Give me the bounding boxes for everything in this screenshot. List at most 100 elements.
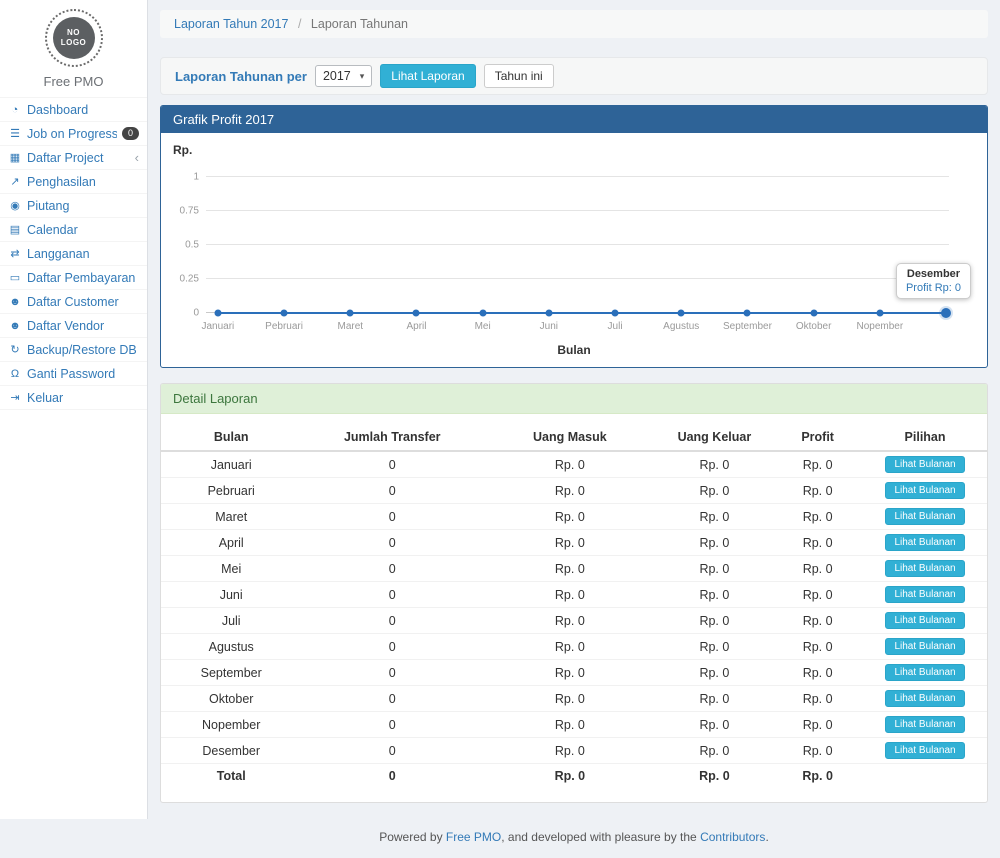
chart-point-oktober[interactable] — [810, 310, 817, 317]
table-cell: Rp. 0 — [772, 582, 863, 608]
year-select[interactable]: 2017 ▾ — [315, 65, 372, 87]
detail-report-panel: Detail Laporan BulanJumlah TransferUang … — [160, 383, 988, 803]
x-axis-tick-label: Januari — [201, 321, 234, 332]
sidebar-item-piutang[interactable]: ◉Piutang — [0, 194, 147, 218]
filter-label: Laporan Tahunan per — [175, 69, 307, 84]
chart-point-nopember[interactable] — [876, 310, 883, 317]
table-cell-action — [863, 764, 987, 788]
lihat-bulanan-button[interactable]: Lihat Bulanan — [885, 586, 964, 603]
no-logo-seal-icon: NO LOGO — [45, 9, 103, 67]
table-cell: Rp. 0 — [657, 686, 773, 712]
logo-line2: LOGO — [61, 38, 87, 48]
table-cell: 0 — [301, 738, 483, 764]
sidebar-item-backup-restore-db[interactable]: ↻Backup/Restore DB — [0, 338, 147, 362]
chart-point-desember[interactable] — [941, 308, 951, 318]
table-cell: 0 — [301, 634, 483, 660]
table-cell-action: Lihat Bulanan — [863, 634, 987, 660]
lihat-bulanan-button[interactable]: Lihat Bulanan — [885, 482, 964, 499]
table-cell: Rp. 0 — [657, 556, 773, 582]
chart-point-april[interactable] — [413, 310, 420, 317]
backup-restore-icon: ↻ — [8, 343, 22, 356]
y-axis-title: Rp. — [173, 143, 192, 157]
table-row: Juni0Rp. 0Rp. 0Rp. 0Lihat Bulanan — [161, 582, 987, 608]
x-axis-tick-label: Pebruari — [265, 321, 303, 332]
sidebar-item-daftar-customer[interactable]: ☻Daftar Customer — [0, 290, 147, 314]
column-header: Profit — [772, 424, 863, 451]
lihat-bulanan-button[interactable]: Lihat Bulanan — [885, 534, 964, 551]
lihat-bulanan-button[interactable]: Lihat Bulanan — [885, 612, 964, 629]
tasks-icon: ☰ — [8, 127, 22, 140]
x-axis-tick-label: Oktober — [796, 321, 832, 332]
lihat-bulanan-button[interactable]: Lihat Bulanan — [885, 664, 964, 681]
table-cell: Rp. 0 — [657, 530, 773, 556]
sidebar-item-job-on-progress[interactable]: ☰Job on Progress0 — [0, 122, 147, 146]
sidebar-item-label: Ganti Password — [27, 367, 139, 381]
lihat-bulanan-button[interactable]: Lihat Bulanan — [885, 690, 964, 707]
detail-table-wrap: BulanJumlah TransferUang MasukUang Kelua… — [161, 414, 987, 802]
chart-point-januari[interactable] — [214, 310, 221, 317]
x-axis-tick-label: Maret — [337, 321, 363, 332]
receivables-icon: ◉ — [8, 199, 22, 212]
x-axis-tick-label: Juni — [540, 321, 558, 332]
table-cell: 0 — [301, 556, 483, 582]
table-row: Pebruari0Rp. 0Rp. 0Rp. 0Lihat Bulanan — [161, 478, 987, 504]
x-axis-tick-label: September — [723, 321, 772, 332]
lihat-bulanan-button[interactable]: Lihat Bulanan — [885, 716, 964, 733]
table-row: Maret0Rp. 0Rp. 0Rp. 0Lihat Bulanan — [161, 504, 987, 530]
chart-point-agustus[interactable] — [678, 310, 685, 317]
subscription-icon: ⇄ — [8, 247, 22, 260]
footer-link-free-pmo[interactable]: Free PMO — [446, 830, 501, 844]
sidebar-item-ganti-password[interactable]: ΩGanti Password — [0, 362, 147, 386]
lihat-bulanan-button[interactable]: Lihat Bulanan — [885, 560, 964, 577]
sidebar-item-daftar-vendor[interactable]: ☻Daftar Vendor — [0, 314, 147, 338]
table-cell: Rp. 0 — [483, 530, 656, 556]
table-cell: Mei — [161, 556, 301, 582]
footer-text: , and developed with pleasure by the — [501, 830, 700, 844]
sidebar-item-label: Daftar Project — [27, 151, 130, 165]
profit-line — [206, 177, 949, 313]
table-cell-action: Lihat Bulanan — [863, 530, 987, 556]
table-cell-action: Lihat Bulanan — [863, 478, 987, 504]
x-axis-title: Bulan — [161, 343, 987, 357]
sidebar-item-penghasilan[interactable]: ↗Penghasilan — [0, 170, 147, 194]
chart-point-mei[interactable] — [479, 310, 486, 317]
column-header: Bulan — [161, 424, 301, 451]
column-header: Uang Masuk — [483, 424, 656, 451]
sidebar-item-langganan[interactable]: ⇄Langganan — [0, 242, 147, 266]
table-row: Januari0Rp. 0Rp. 0Rp. 0Lihat Bulanan — [161, 451, 987, 478]
sidebar-item-calendar[interactable]: ▤Calendar — [0, 218, 147, 242]
column-header: Pilihan — [863, 424, 987, 451]
table-cell-action: Lihat Bulanan — [863, 556, 987, 582]
project-table-icon: ▦ — [8, 151, 22, 164]
chart-point-september[interactable] — [744, 310, 751, 317]
lihat-bulanan-button[interactable]: Lihat Bulanan — [885, 508, 964, 525]
table-row: Desember0Rp. 0Rp. 0Rp. 0Lihat Bulanan — [161, 738, 987, 764]
sidebar-item-daftar-pembayaran[interactable]: ▭Daftar Pembayaran — [0, 266, 147, 290]
chart-point-maret[interactable] — [347, 310, 354, 317]
chart-point-juni[interactable] — [545, 310, 552, 317]
chart-point-juli[interactable] — [612, 310, 619, 317]
sidebar-item-keluar[interactable]: ⇥Keluar — [0, 386, 147, 410]
sidebar-item-label: Calendar — [27, 223, 139, 237]
y-axis-tick-label: 0.25 — [180, 274, 199, 285]
brand-name: Free PMO — [0, 74, 147, 89]
breadcrumb-link[interactable]: Laporan Tahun 2017 — [174, 17, 288, 31]
table-cell: 0 — [301, 504, 483, 530]
table-cell: 0 — [301, 451, 483, 478]
tahun-ini-button[interactable]: Tahun ini — [484, 64, 554, 88]
sidebar-item-dashboard[interactable]: ◔Dashboard — [0, 98, 147, 122]
chart-point-pebruari[interactable] — [281, 310, 288, 317]
table-cell: Rp. 0 — [657, 504, 773, 530]
lihat-bulanan-button[interactable]: Lihat Bulanan — [885, 638, 964, 655]
table-row: Mei0Rp. 0Rp. 0Rp. 0Lihat Bulanan — [161, 556, 987, 582]
table-cell: Rp. 0 — [657, 608, 773, 634]
lihat-bulanan-button[interactable]: Lihat Bulanan — [885, 742, 964, 759]
table-cell: 0 — [301, 764, 483, 788]
table-cell: 0 — [301, 608, 483, 634]
table-row: Oktober0Rp. 0Rp. 0Rp. 0Lihat Bulanan — [161, 686, 987, 712]
lihat-laporan-button[interactable]: Lihat Laporan — [380, 64, 475, 88]
sidebar-menu: ◔Dashboard☰Job on Progress0 ▦ Daftar Proje… — [0, 97, 147, 410]
footer-link-contributors[interactable]: Contributors — [700, 830, 765, 844]
sidebar-item-daftar-project[interactable]: ▦Daftar Project‹ — [0, 146, 147, 170]
lihat-bulanan-button[interactable]: Lihat Bulanan — [885, 456, 964, 473]
